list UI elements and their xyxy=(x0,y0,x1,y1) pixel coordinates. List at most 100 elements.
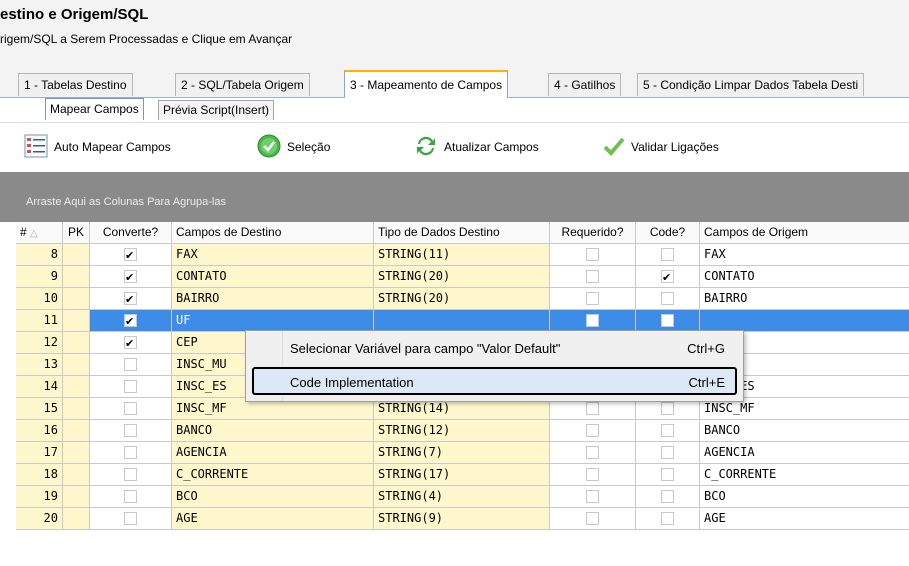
source-field-cell[interactable] xyxy=(700,310,909,331)
convert-cell[interactable] xyxy=(90,420,172,441)
convert-checkbox[interactable] xyxy=(124,380,137,393)
column-header-convert[interactable]: Converte? xyxy=(90,222,172,243)
code-checkbox[interactable] xyxy=(661,402,674,415)
code-cell[interactable] xyxy=(636,288,700,309)
convert-cell[interactable] xyxy=(90,288,172,309)
pk-cell[interactable] xyxy=(63,266,90,287)
pk-cell[interactable] xyxy=(63,376,90,397)
dest-field-cell[interactable]: AGE xyxy=(172,508,374,529)
subtab-mapear-campos[interactable]: Mapear Campos xyxy=(45,98,144,120)
required-checkbox[interactable] xyxy=(586,490,599,503)
column-header-pk[interactable]: PK xyxy=(63,222,90,243)
column-header-code[interactable]: Code? xyxy=(636,222,700,243)
convert-checkbox[interactable] xyxy=(124,333,137,353)
convert-checkbox[interactable] xyxy=(124,267,137,287)
source-field-cell[interactable]: BCO xyxy=(700,486,909,507)
selection-button[interactable]: Seleção xyxy=(257,134,330,159)
dest-type-cell[interactable]: STRING(12) xyxy=(374,420,550,441)
code-checkbox[interactable] xyxy=(661,490,674,503)
tab-gatilhos[interactable]: 4 - Gatilhos xyxy=(548,73,622,96)
pk-cell[interactable] xyxy=(63,486,90,507)
subtab-previa-script[interactable]: Prévia Script(Insert) xyxy=(158,100,275,120)
dest-type-cell[interactable]: STRING(20) xyxy=(374,288,550,309)
pk-cell[interactable] xyxy=(63,244,90,265)
convert-cell[interactable] xyxy=(90,354,172,375)
column-header-source-fields[interactable]: Campos de Origem xyxy=(700,222,909,243)
pk-cell[interactable] xyxy=(63,398,90,419)
tab-tabelas-destino[interactable]: 1 - Tabelas Destino xyxy=(18,73,133,96)
code-checkbox[interactable] xyxy=(661,292,674,305)
required-cell[interactable] xyxy=(550,266,636,287)
code-cell[interactable] xyxy=(636,464,700,485)
table-row[interactable]: 20 AGE STRING(9) AGE xyxy=(16,508,909,530)
tab-sql-tabela-origem[interactable]: 2 - SQL/Tabela Origem xyxy=(175,73,310,96)
dest-type-cell[interactable]: STRING(7) xyxy=(374,442,550,463)
dest-type-cell[interactable]: STRING(17) xyxy=(374,464,550,485)
table-row[interactable]: 18 C_CORRENTE STRING(17) C_CORRENTE xyxy=(16,464,909,486)
dest-field-cell[interactable]: UF xyxy=(172,310,374,331)
table-row[interactable]: 16 BANCO STRING(12) BANCO xyxy=(16,420,909,442)
menu-item-select-variable[interactable]: Selecionar Variável para campo "Valor De… xyxy=(252,335,737,363)
code-cell[interactable] xyxy=(636,244,700,265)
table-row[interactable]: 11 UF xyxy=(16,310,909,332)
code-checkbox[interactable] xyxy=(661,248,674,261)
source-field-cell[interactable]: BAIRRO xyxy=(700,288,909,309)
column-header-dest-type[interactable]: Tipo de Dados Destino xyxy=(374,222,550,243)
column-header-number[interactable]: # △ xyxy=(16,222,63,243)
source-field-cell[interactable]: AGE xyxy=(700,508,909,529)
convert-checkbox[interactable] xyxy=(124,468,137,481)
pk-cell[interactable] xyxy=(63,464,90,485)
required-checkbox[interactable] xyxy=(586,446,599,459)
convert-checkbox[interactable] xyxy=(124,424,137,437)
dest-type-cell[interactable]: STRING(4) xyxy=(374,486,550,507)
refresh-fields-button[interactable]: Atualizar Campos xyxy=(414,135,539,159)
convert-cell[interactable] xyxy=(90,376,172,397)
dest-type-cell[interactable] xyxy=(374,310,550,331)
dest-field-cell[interactable]: AGENCIA xyxy=(172,442,374,463)
table-row[interactable]: 9CONTATOSTRING(20)CONTATO xyxy=(16,266,909,288)
required-cell[interactable] xyxy=(550,464,636,485)
convert-cell[interactable] xyxy=(90,310,172,331)
code-cell[interactable] xyxy=(636,266,700,287)
dest-field-cell[interactable]: BANCO xyxy=(172,420,374,441)
code-cell[interactable] xyxy=(636,310,700,331)
dest-field-cell[interactable]: FAX xyxy=(172,244,374,265)
convert-cell[interactable] xyxy=(90,266,172,287)
column-header-dest-fields[interactable]: Campos de Destino xyxy=(172,222,374,243)
convert-cell[interactable] xyxy=(90,244,172,265)
table-row[interactable]: 10BAIRROSTRING(20)BAIRRO xyxy=(16,288,909,310)
convert-cell[interactable] xyxy=(90,332,172,353)
code-checkbox[interactable] xyxy=(661,267,674,287)
tab-condicao-limpar[interactable]: 5 - Condição Limpar Dados Tabela Desti xyxy=(637,73,865,96)
menu-item-code-implementation[interactable]: Code Implementation Ctrl+E xyxy=(252,367,737,395)
required-checkbox[interactable] xyxy=(586,468,599,481)
dest-type-cell[interactable]: STRING(20) xyxy=(374,266,550,287)
tab-mapeamento-campos[interactable]: 3 - Mapeamento de Campos xyxy=(344,70,509,98)
required-checkbox[interactable] xyxy=(586,424,599,437)
required-cell[interactable] xyxy=(550,310,636,331)
required-cell[interactable] xyxy=(550,244,636,265)
dest-type-cell[interactable]: STRING(9) xyxy=(374,508,550,529)
group-by-panel[interactable]: Arraste Aqui as Colunas Para Agrupa-las xyxy=(0,172,909,222)
pk-cell[interactable] xyxy=(63,310,90,331)
dest-field-cell[interactable]: C_CORRENTE xyxy=(172,464,374,485)
required-cell[interactable] xyxy=(550,288,636,309)
table-row[interactable]: 8FAXSTRING(11)FAX xyxy=(16,244,909,266)
code-checkbox[interactable] xyxy=(661,424,674,437)
code-checkbox[interactable] xyxy=(661,446,674,459)
convert-checkbox[interactable] xyxy=(124,446,137,459)
required-cell[interactable] xyxy=(550,486,636,507)
convert-cell[interactable] xyxy=(90,486,172,507)
code-cell[interactable] xyxy=(636,508,700,529)
code-cell[interactable] xyxy=(636,486,700,507)
pk-cell[interactable] xyxy=(63,332,90,353)
code-cell[interactable] xyxy=(636,442,700,463)
validate-links-button[interactable]: Validar Ligações xyxy=(603,135,719,159)
required-checkbox[interactable] xyxy=(586,248,599,261)
code-checkbox[interactable] xyxy=(661,468,674,481)
required-checkbox[interactable] xyxy=(586,314,599,327)
convert-cell[interactable] xyxy=(90,464,172,485)
convert-cell[interactable] xyxy=(90,508,172,529)
code-checkbox[interactable] xyxy=(661,512,674,525)
required-checkbox[interactable] xyxy=(586,512,599,525)
